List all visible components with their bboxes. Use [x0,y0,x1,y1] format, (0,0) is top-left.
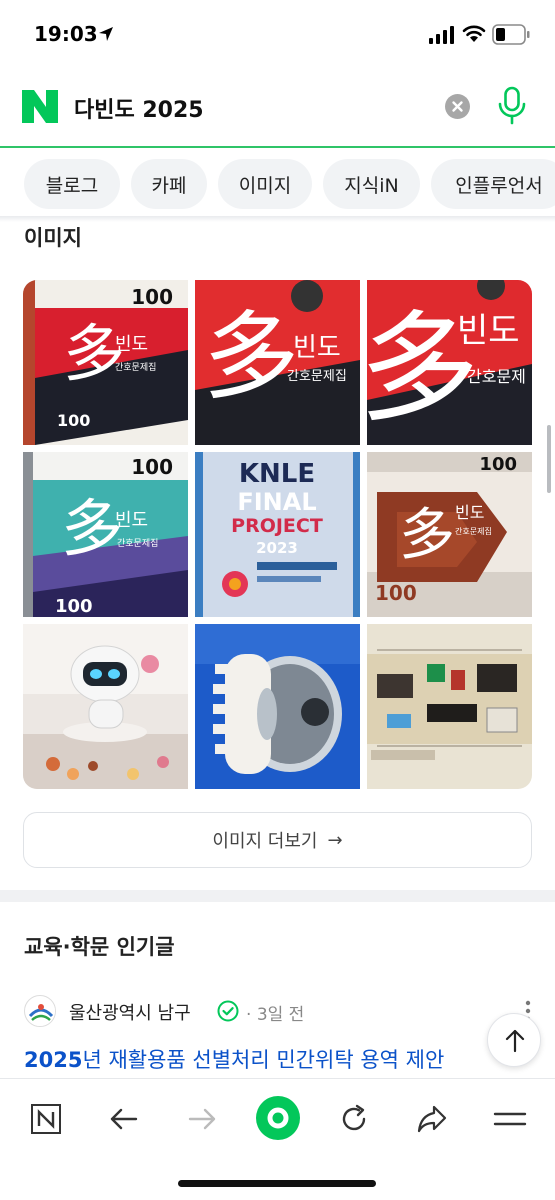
image-thumb-7[interactable] [23,624,188,789]
naver-logo-icon[interactable] [22,90,58,123]
location-arrow-icon [99,27,113,41]
arrow-right-icon: → [327,829,343,851]
search-header: 다빈도 2025 [0,66,555,148]
image-thumb-1[interactable]: 100 多 빈도 간호문제집 100 [23,280,188,445]
battery-icon [492,24,530,45]
thumb-2-text-han: 多 [203,301,299,413]
popular-section-title: 교육·학문 인기글 [24,935,175,959]
image-thumb-9[interactable] [367,624,532,789]
thumb-1-text-subtitle: 간호문제집 [115,361,156,373]
thumb-3-text-bindo: 빈도 [457,311,520,351]
post-time: · 3일 전 [246,1000,304,1025]
arrow-up-icon [505,1029,525,1053]
thumb-5-text-knle: KNLE [239,459,315,489]
thumb-1-text-100: 100 [131,285,173,309]
more-images-label: 이미지 더보기 [212,831,318,852]
thumb-6-text-100b: 100 [375,581,417,605]
tab-cafe[interactable]: 카페 [131,159,207,209]
image-thumb-8[interactable] [195,624,360,789]
search-category-tabs: 블로그 카페 이미지 지식iN 인플루언서 [0,148,555,218]
thumb-4-text-100b: 100 [55,596,93,617]
thumb-6-text-bindo: 빈도 [455,503,484,522]
avatar[interactable] [24,995,56,1027]
image-thumb-6[interactable]: 100 多 빈도 간호문제집 100 [367,452,532,617]
signal-icon [429,26,454,44]
thumb-5-text-year: 2023 [256,539,298,557]
scrollbar[interactable] [547,425,551,493]
clear-icon [452,101,463,112]
thumb-5-text-final: FINAL [237,488,316,516]
verified-icon [217,1000,239,1022]
thumb-4-text-bindo: 빈도 [115,510,148,531]
thumb-2-text-subtitle: 간호문제집 [287,369,347,384]
thumb-4-text-100: 100 [131,455,173,479]
image-thumb-2[interactable]: 多 빈도 간호문제집 [195,280,360,445]
header-shadow [0,216,555,222]
image-grid: 100 多 빈도 간호문제집 100 多 빈도 간호문제집 多 빈도 간호문제 [23,280,532,789]
post-time-value: 3일 전 [256,1005,305,1025]
thumb-6-text-100: 100 [479,454,517,475]
search-input[interactable]: 다빈도 2025 [74,92,204,124]
refresh-icon[interactable] [332,1097,376,1141]
author-name[interactable]: 울산광역시 남구 [69,999,191,1025]
thumb-4-text-subtitle: 간호문제집 [117,537,158,549]
clear-button[interactable] [445,94,470,119]
post-title-link[interactable]: 2025년 재활용품 선별처리 민간위탁 용역 제안 [24,1044,555,1074]
home-indicator[interactable] [178,1180,376,1187]
more-images-button[interactable]: 이미지 더보기 → [23,812,532,868]
scroll-top-button[interactable] [487,1013,541,1067]
forward-icon[interactable] [180,1097,224,1141]
image-thumb-5[interactable]: KNLE FINAL PROJECT 2023 [195,452,360,617]
status-time: 19:03 [34,22,98,46]
author-row: 울산광역시 남구 · 3일 전 [24,995,531,1029]
menu-icon[interactable] [488,1097,532,1141]
time-separator: · [246,1005,252,1025]
thumb-6-text-han: 多 [399,503,455,568]
wifi-icon [462,25,486,42]
naver-home-icon[interactable] [24,1097,68,1141]
thumb-3-text-subtitle: 간호문제 [467,367,526,386]
tab-knowledge-in[interactable]: 지식iN [323,159,420,209]
thumb-4-text-han: 多 [61,492,123,565]
tab-blog[interactable]: 블로그 [24,159,120,209]
status-bar: 19:03 [0,0,555,66]
tab-image[interactable]: 이미지 [218,159,312,209]
tab-influencer[interactable]: 인플루언서 [431,159,555,209]
thumb-2-text-bindo: 빈도 [293,333,341,363]
back-icon[interactable] [102,1097,146,1141]
post-title-highlight: 2025 [24,1048,83,1072]
share-icon[interactable] [410,1097,454,1141]
thumb-6-text-subtitle: 간호문제집 [455,526,492,536]
image-thumb-4[interactable]: 100 多 빈도 간호문제집 100 [23,452,188,617]
mic-icon[interactable] [497,86,527,126]
images-section-title: 이미지 [24,226,82,250]
post-title-rest: 년 재활용품 선별처리 민간위탁 용역 제안 [82,1048,445,1072]
section-divider [0,890,555,902]
thumb-5-text-project: PROJECT [231,515,323,537]
image-thumb-3[interactable]: 多 빈도 간호문제 [367,280,532,445]
green-dot-icon[interactable] [253,1093,303,1143]
thumb-1-text-bindo: 빈도 [115,334,148,355]
thumb-1-text-100b: 100 [57,411,90,430]
